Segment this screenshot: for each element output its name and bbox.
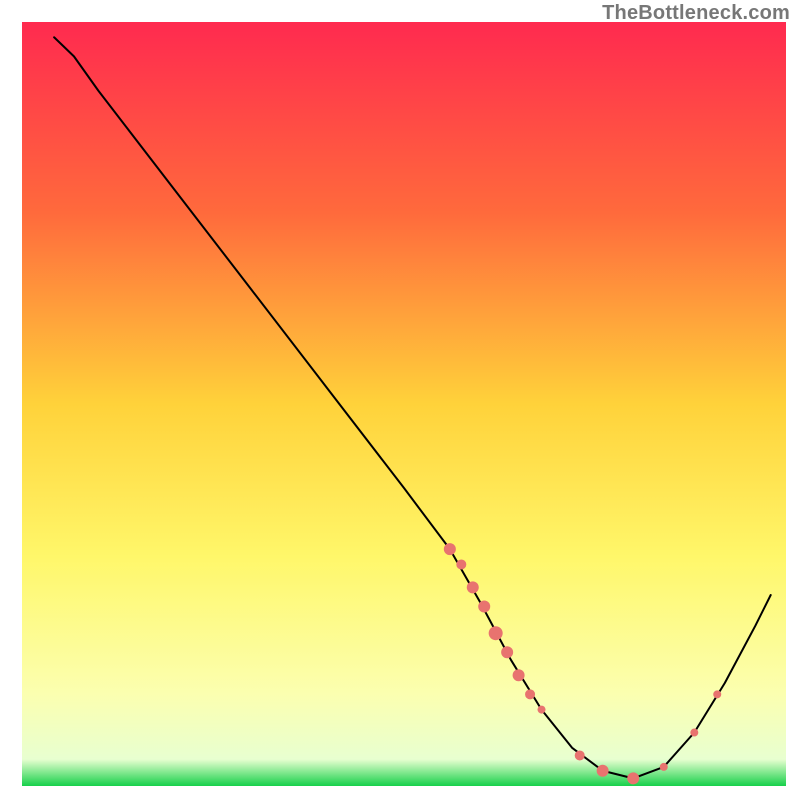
data-point-marker — [501, 646, 513, 658]
data-point-marker — [489, 626, 503, 640]
data-point-marker — [478, 600, 490, 612]
data-point-marker — [575, 750, 585, 760]
data-point-marker — [660, 763, 668, 771]
data-point-marker — [538, 706, 546, 714]
chart-container: TheBottleneck.com — [0, 0, 800, 800]
data-point-marker — [525, 689, 535, 699]
data-point-marker — [627, 772, 639, 784]
gradient-curve-chart — [0, 0, 800, 800]
data-point-marker — [444, 543, 456, 555]
watermark-label: TheBottleneck.com — [602, 2, 790, 25]
data-point-marker — [513, 669, 525, 681]
data-point-marker — [690, 729, 698, 737]
data-point-marker — [597, 765, 609, 777]
plot-background — [22, 22, 786, 786]
data-point-marker — [456, 559, 466, 569]
data-point-marker — [467, 581, 479, 593]
data-point-marker — [713, 690, 721, 698]
